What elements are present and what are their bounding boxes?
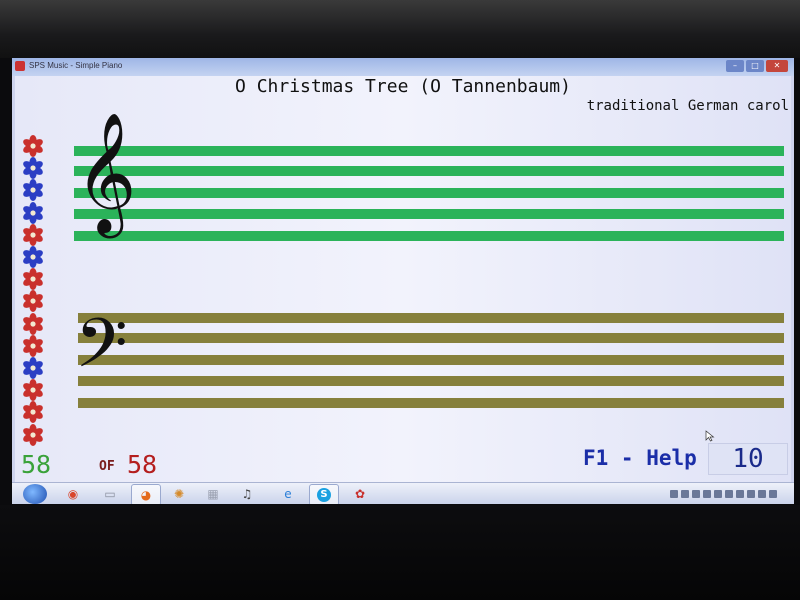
music-notes-icon: ♫ bbox=[241, 487, 253, 501]
red-flower-icon bbox=[23, 312, 43, 335]
blue-flower-icon bbox=[23, 201, 43, 224]
tray-icon[interactable] bbox=[736, 490, 745, 498]
staff-line bbox=[78, 376, 784, 386]
start-button[interactable] bbox=[23, 484, 47, 504]
chrome-icon: ◉ bbox=[67, 487, 79, 501]
red-flower-icon bbox=[23, 268, 43, 291]
flower-column bbox=[21, 134, 45, 446]
system-tray bbox=[670, 487, 790, 501]
staff-line bbox=[78, 398, 784, 408]
bass-clef-icon: 𝄢 bbox=[75, 305, 128, 400]
blue-flower-icon bbox=[23, 179, 43, 202]
staff-line bbox=[74, 188, 784, 198]
taskbar-internet-explorer-button[interactable]: e bbox=[274, 484, 302, 504]
staff-line bbox=[74, 166, 784, 176]
bass-staff bbox=[78, 313, 784, 413]
close-button[interactable]: ✕ bbox=[766, 60, 788, 72]
taskbar-chrome-button[interactable]: ◉ bbox=[59, 484, 87, 504]
internet-explorer-icon: e bbox=[284, 487, 292, 501]
song-title: O Christmas Tree (O Tannenbaum) bbox=[235, 76, 571, 97]
help-hint[interactable]: F1 - Help bbox=[583, 446, 697, 470]
minimize-button[interactable]: – bbox=[726, 60, 744, 72]
taskbar-film-button[interactable]: ▦ bbox=[199, 484, 227, 504]
song-subtitle: traditional German carol bbox=[586, 98, 789, 114]
red-flower-icon bbox=[23, 401, 43, 424]
red-flower-icon bbox=[23, 423, 43, 446]
red-flower-icon bbox=[23, 379, 43, 402]
red-flower-icon bbox=[23, 290, 43, 313]
staff-line bbox=[74, 146, 784, 156]
piano-app-icon: ✿ bbox=[354, 487, 366, 501]
note-counter-of-label: OF bbox=[99, 459, 115, 474]
staff-line bbox=[74, 209, 784, 219]
window-titlebar[interactable]: SPS Music - Simple Piano – □ ✕ bbox=[12, 58, 794, 76]
film-icon: ▦ bbox=[207, 487, 219, 501]
window-title: SPS Music - Simple Piano bbox=[29, 61, 123, 70]
staff-line bbox=[78, 355, 784, 365]
tray-icon[interactable] bbox=[714, 490, 723, 498]
palette-icon: ✺ bbox=[173, 487, 185, 501]
tray-icon[interactable] bbox=[769, 490, 778, 498]
staff-line bbox=[78, 333, 784, 343]
taskbar-folder-button[interactable]: ▭ bbox=[96, 484, 124, 504]
blue-flower-icon bbox=[23, 357, 43, 380]
monitor-bezel-bottom bbox=[0, 505, 800, 600]
red-flower-icon bbox=[23, 135, 43, 157]
monitor-bezel-top bbox=[0, 0, 800, 58]
red-flower-icon bbox=[23, 223, 43, 246]
staff-line bbox=[78, 313, 784, 323]
blue-flower-icon bbox=[23, 157, 43, 180]
tray-icon[interactable] bbox=[747, 490, 756, 498]
tray-icon[interactable] bbox=[670, 490, 679, 498]
treble-clef-icon: 𝄞 bbox=[75, 111, 137, 233]
skype-icon: S bbox=[317, 488, 331, 502]
taskbar-music-notes-button[interactable]: ♫ bbox=[233, 484, 261, 504]
window-controls: – □ ✕ bbox=[726, 60, 788, 72]
mouse-cursor-icon bbox=[705, 430, 715, 442]
blue-flower-icon bbox=[23, 246, 43, 269]
note-counter-current: 58 bbox=[21, 450, 52, 479]
piano-app-canvas[interactable]: O Christmas Tree (O Tannenbaum) traditio… bbox=[15, 76, 791, 482]
red-flower-icon bbox=[23, 334, 43, 357]
score-display: 10 bbox=[708, 443, 788, 475]
staff-line bbox=[74, 231, 784, 241]
tray-icon[interactable] bbox=[725, 490, 734, 498]
tray-icon[interactable] bbox=[681, 490, 690, 498]
firefox-icon: ◕ bbox=[140, 488, 152, 502]
taskbar: ◉ ▭ ◕ ✺ ▦ ♫ e S ✿ bbox=[12, 482, 794, 504]
folder-icon: ▭ bbox=[104, 487, 116, 501]
screen: SPS Music - Simple Piano – □ ✕ O Christm… bbox=[12, 58, 794, 504]
note-counter-total: 58 bbox=[127, 450, 158, 479]
taskbar-palette-button[interactable]: ✺ bbox=[165, 484, 193, 504]
taskbar-clock[interactable] bbox=[788, 487, 790, 501]
taskbar-firefox-button[interactable]: ◕ bbox=[131, 484, 161, 504]
maximize-button[interactable]: □ bbox=[746, 60, 764, 72]
app-icon bbox=[15, 61, 25, 71]
taskbar-piano-app-button[interactable]: ✿ bbox=[346, 484, 374, 504]
tray-icon[interactable] bbox=[692, 490, 701, 498]
tray-icon[interactable] bbox=[758, 490, 767, 498]
taskbar-skype-button[interactable]: S bbox=[309, 484, 339, 504]
tray-icon[interactable] bbox=[703, 490, 712, 498]
treble-staff bbox=[74, 146, 784, 246]
